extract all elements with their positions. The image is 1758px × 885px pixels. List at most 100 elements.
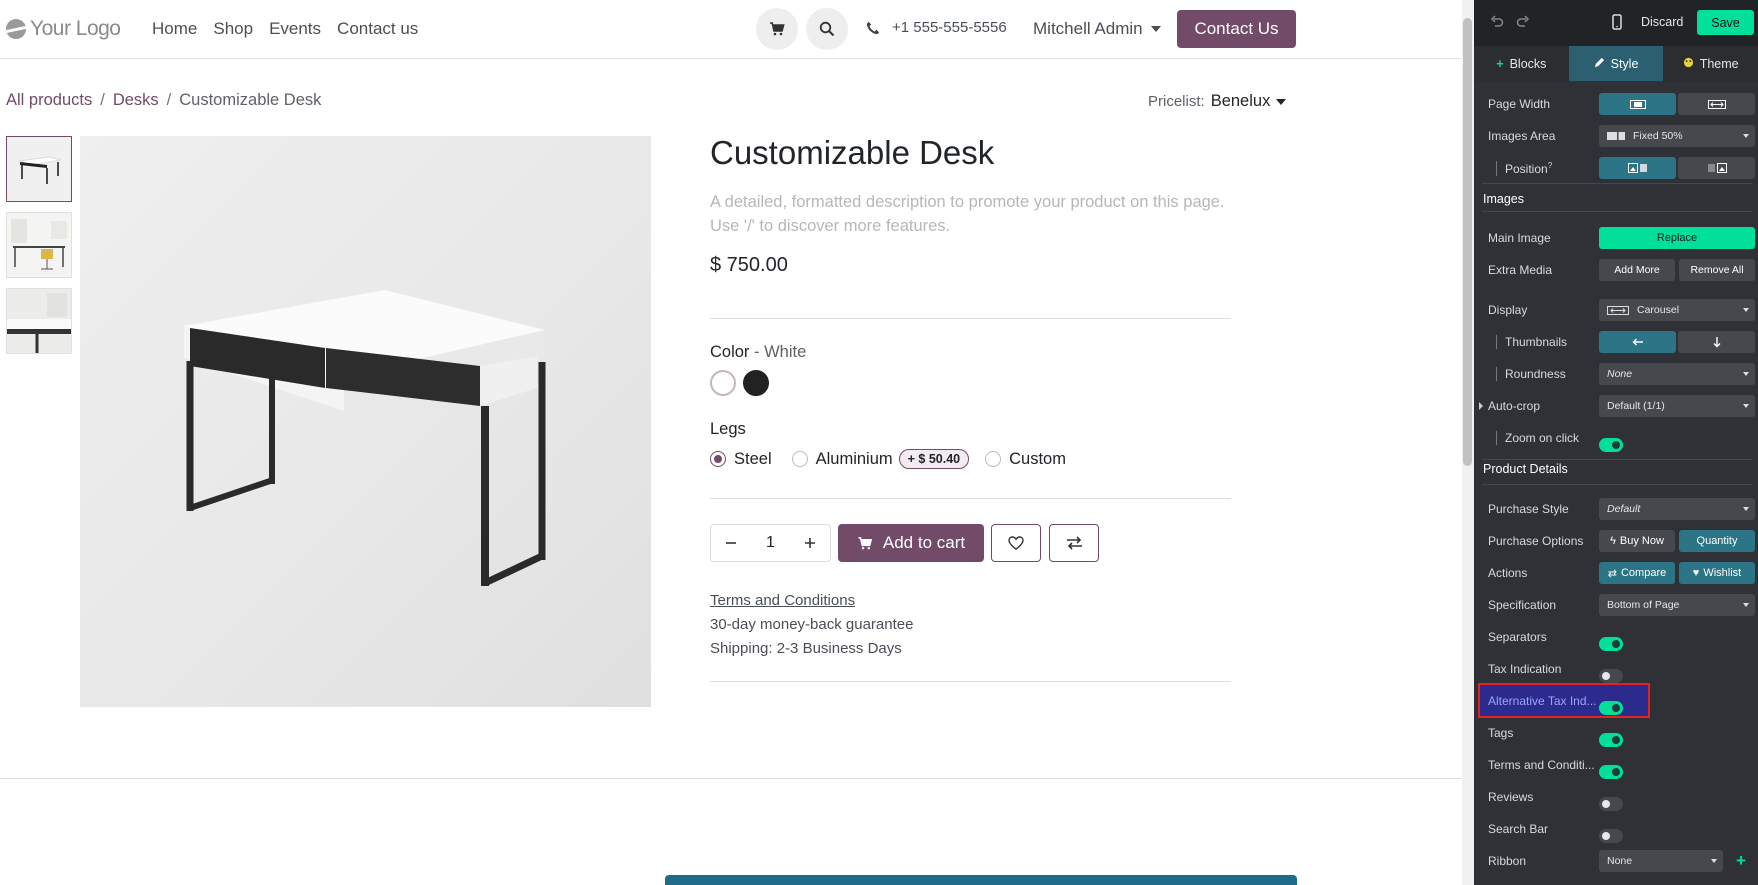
separators-toggle[interactable] <box>1599 637 1623 651</box>
row-tags: Tags <box>1474 719 1758 747</box>
cart-button[interactable] <box>756 8 798 50</box>
scrollbar-thumb[interactable] <box>1463 18 1472 466</box>
row-reviews: Reviews <box>1474 783 1758 811</box>
tab-theme[interactable]: Theme <box>1663 46 1758 81</box>
thumbnails-bottom-option[interactable] <box>1678 331 1755 353</box>
caret-right-icon[interactable] <box>1479 402 1483 410</box>
quantity-option[interactable]: Quantity <box>1679 530 1755 552</box>
position-right-option[interactable] <box>1678 157 1755 179</box>
redo-icon[interactable] <box>1516 15 1530 32</box>
shipping-text: Shipping: 2-3 Business Days <box>710 640 902 657</box>
user-menu[interactable]: Mitchell Admin <box>1033 19 1161 39</box>
tab-style[interactable]: Style <box>1568 46 1664 81</box>
alternative-tax-indication-toggle[interactable] <box>1599 701 1623 715</box>
carousel-icon <box>1607 305 1629 315</box>
product-details-section-title: Product Details <box>1483 462 1568 476</box>
auto-crop-select[interactable]: Default (1/1) <box>1599 395 1755 417</box>
legs-option-custom[interactable]: Custom <box>1009 450 1066 469</box>
user-name: Mitchell Admin <box>1033 19 1143 38</box>
add-more-button[interactable]: Add More <box>1599 259 1675 281</box>
color-swatch-white[interactable] <box>710 370 736 396</box>
discard-button[interactable]: Discard <box>1641 15 1683 29</box>
thumbnails-left-option[interactable] <box>1599 331 1676 353</box>
section-divider <box>0 778 1462 779</box>
legs-attribute-label: Legs <box>710 420 746 438</box>
terms-link[interactable]: Terms and Conditions <box>710 589 913 613</box>
ribbon-select[interactable]: None <box>1599 850 1723 872</box>
phone-number: +1 555-555-5556 <box>892 19 1007 36</box>
page-width-full-option[interactable] <box>1678 93 1755 115</box>
quantity-input[interactable]: 1 <box>766 534 775 552</box>
menu-item-events[interactable]: Events <box>269 19 321 39</box>
legs-option-steel[interactable]: Steel <box>734 450 772 469</box>
row-terms-and-conditions: Terms and Conditi... <box>1474 751 1758 779</box>
tab-blocks-label: Blocks <box>1509 56 1547 71</box>
buy-now-option[interactable]: ϟ Buy Now <box>1599 530 1675 552</box>
row-images-area: Images Area Fixed 50% <box>1474 122 1758 150</box>
breadcrumb-current: Customizable Desk <box>179 91 322 109</box>
search-button[interactable] <box>806 8 848 50</box>
tags-label: Tags <box>1488 726 1514 740</box>
plus-icon[interactable] <box>804 537 816 549</box>
reviews-toggle[interactable] <box>1599 797 1623 811</box>
minus-icon[interactable] <box>725 537 737 549</box>
site-logo[interactable]: Your Logo <box>6 16 121 42</box>
legs-radio-custom[interactable] <box>985 451 1002 467</box>
replace-button[interactable]: Replace <box>1599 227 1755 249</box>
product-thumbnail-2[interactable] <box>6 212 72 278</box>
add-ribbon-icon[interactable]: + <box>1736 851 1746 871</box>
specification-select[interactable]: Bottom of Page <box>1599 594 1755 616</box>
tab-blocks[interactable]: + Blocks <box>1474 46 1569 81</box>
actions-label: Actions <box>1488 566 1528 580</box>
position-left-option[interactable] <box>1599 157 1676 179</box>
pricelist-dropdown[interactable]: Pricelist: Benelux <box>1148 92 1287 111</box>
page-width-regular-option[interactable] <box>1599 93 1676 115</box>
menu-item-contact[interactable]: Contact us <box>337 19 418 39</box>
menu-item-shop[interactable]: Shop <box>213 19 253 39</box>
product-thumbnail-1[interactable] <box>6 136 72 202</box>
search-bar-toggle[interactable] <box>1599 829 1623 843</box>
exchange-icon: ⇄ <box>1607 567 1617 580</box>
tags-toggle[interactable] <box>1599 733 1623 747</box>
breadcrumb-separator: / <box>100 91 105 109</box>
breadcrumb-all-products[interactable]: All products <box>6 91 92 110</box>
undo-icon[interactable] <box>1490 15 1504 32</box>
auto-crop-label: Auto-crop <box>1488 399 1541 413</box>
wishlist-option[interactable]: ♥ Wishlist <box>1679 562 1755 584</box>
phone-contact[interactable]: +1 555-555-5556 <box>866 19 1007 36</box>
wishlist-button[interactable] <box>991 524 1041 562</box>
legs-option-aluminium[interactable]: Aluminium <box>816 450 893 469</box>
menu-item-home[interactable]: Home <box>152 19 197 39</box>
breadcrumb-separator: / <box>166 91 172 109</box>
remove-all-button[interactable]: Remove All <box>1679 259 1755 281</box>
purchase-style-label: Purchase Style <box>1488 502 1569 516</box>
zoom-on-click-toggle[interactable] <box>1599 438 1623 452</box>
add-to-cart-label: Add to cart <box>882 533 966 552</box>
image-left-icon <box>1627 163 1647 173</box>
compare-option[interactable]: ⇄ Compare <box>1599 562 1675 584</box>
product-description[interactable]: A detailed, formatted description to pro… <box>710 190 1230 238</box>
mobile-preview-icon[interactable] <box>1612 14 1622 33</box>
breadcrumb-desks[interactable]: Desks <box>113 91 159 110</box>
add-to-cart-button[interactable]: Add to cart <box>838 524 984 562</box>
display-select[interactable]: Carousel <box>1599 299 1755 321</box>
save-button[interactable]: Save <box>1697 10 1754 35</box>
roundness-select[interactable]: None <box>1599 363 1755 385</box>
compare-button[interactable] <box>1049 524 1099 562</box>
color-swatch-black[interactable] <box>743 370 769 396</box>
legs-radio-aluminium[interactable] <box>791 451 808 467</box>
contact-us-button[interactable]: Contact Us <box>1177 10 1296 48</box>
legs-radio-steel[interactable] <box>710 451 726 467</box>
images-area-select[interactable]: Fixed 50% <box>1599 125 1755 147</box>
product-thumbnail-3[interactable] <box>6 288 72 354</box>
terms-and-conditions-toggle[interactable] <box>1599 765 1623 779</box>
divider <box>710 681 1231 682</box>
layout-icon <box>1607 132 1625 140</box>
row-ribbon: Ribbon None + <box>1474 847 1758 875</box>
search-icon <box>819 21 835 37</box>
product-main-image[interactable] <box>80 136 651 707</box>
pricelist-label: Pricelist: <box>1148 93 1205 110</box>
purchase-style-select[interactable]: Default <box>1599 498 1755 520</box>
lightning-icon: ϟ <box>1610 535 1616 547</box>
tax-indication-toggle[interactable] <box>1599 669 1623 683</box>
